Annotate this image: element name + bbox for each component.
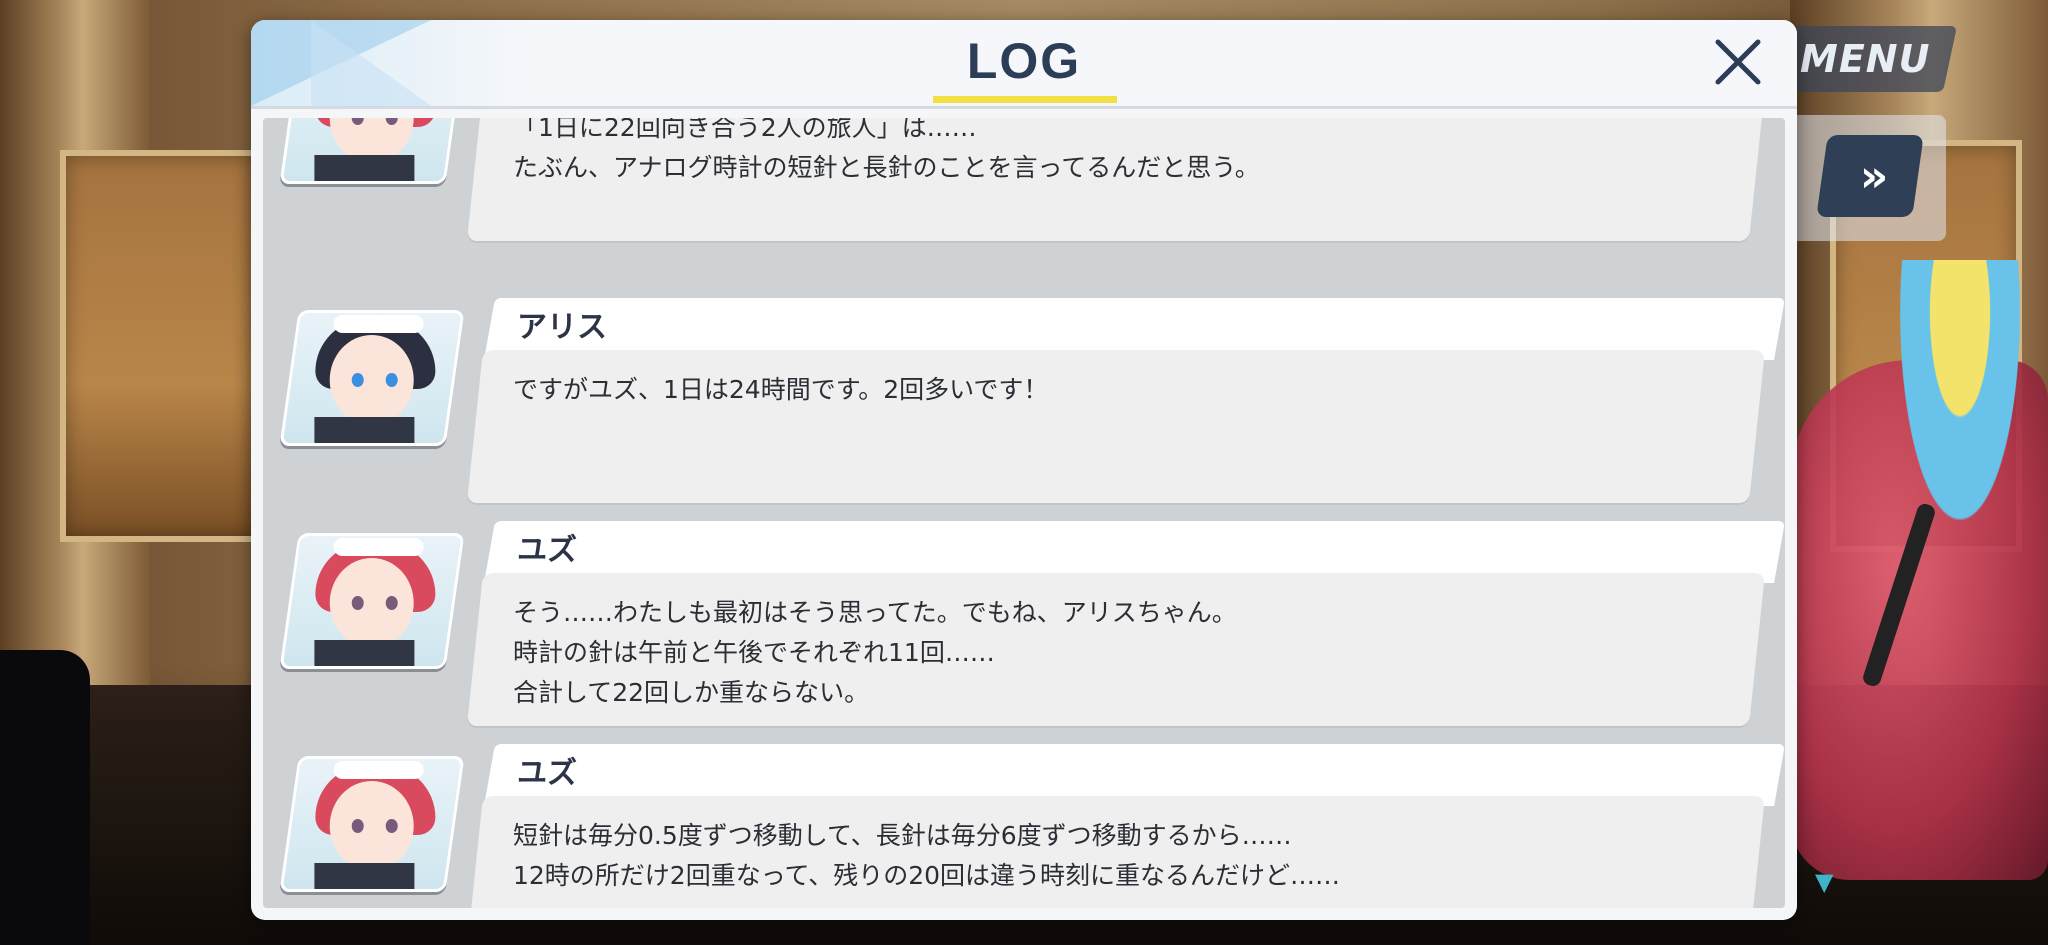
- fast-forward-button[interactable]: »: [1816, 135, 1924, 217]
- log-entry: 「1日に22回向き合う2人の旅人」は…… たぶん、アナログ時計の短針と長針のこと…: [263, 118, 1785, 241]
- log-entry: アリス ですがユズ、1日は24時間です。2回多いです！: [263, 298, 1785, 503]
- avatar-alice: [279, 310, 465, 446]
- wall-panel-left: [60, 150, 262, 542]
- log-entry: ユズ そう……わたしも最初はそう思ってた。でもね、アリスちゃん。 時計の針は午前…: [263, 521, 1785, 726]
- log-scroll-area[interactable]: 「1日に22回向き合う2人の旅人」は…… たぶん、アナログ時計の短針と長針のこと…: [263, 118, 1785, 908]
- close-icon: [1715, 39, 1761, 85]
- speaker-name: アリス: [517, 310, 607, 345]
- speaker-name: ユズ: [517, 756, 577, 791]
- avatar-yuzu: [279, 118, 465, 184]
- fast-forward-icon: »: [1859, 150, 1881, 202]
- message-text: ですがユズ、1日は24時間です。2回多いです！: [513, 375, 1049, 404]
- menu-button-label: MENU: [1799, 37, 1931, 81]
- log-entry: ユズ 短針は毎分0.5度ずつ移動して、長針は毎分6度ずつ移動するから…… 12時…: [263, 744, 1785, 908]
- avatar-yuzu: [279, 756, 465, 892]
- avatar-yuzu: [279, 533, 465, 669]
- log-dialog-header: LOG: [251, 20, 1797, 109]
- advance-indicator-icon: ▼: [1815, 868, 1834, 896]
- feather-duster: [1900, 260, 2020, 520]
- log-dialog: LOG 「1日に22回向き合う2人の旅人」は…… たぶん、アナログ時計の短針と長…: [251, 20, 1797, 920]
- dialog-title: LOG: [966, 33, 1082, 89]
- message-text: そう……わたしも最初はそう思ってた。でもね、アリスちゃん。 時計の針は午前と午後…: [513, 598, 1237, 707]
- message-text: 「1日に22回向き合う2人の旅人」は…… たぶん、アナログ時計の短針と長針のこと…: [513, 118, 1260, 182]
- message-text: 短針は毎分0.5度ずつ移動して、長針は毎分6度ずつ移動するから…… 12時の所だ…: [513, 821, 1341, 890]
- speaker-name: ユズ: [517, 533, 577, 568]
- close-button[interactable]: [1706, 30, 1770, 94]
- menu-button[interactable]: MENU: [1772, 26, 1958, 92]
- title-underline: [933, 96, 1117, 103]
- character-silhouette-left: [0, 650, 90, 945]
